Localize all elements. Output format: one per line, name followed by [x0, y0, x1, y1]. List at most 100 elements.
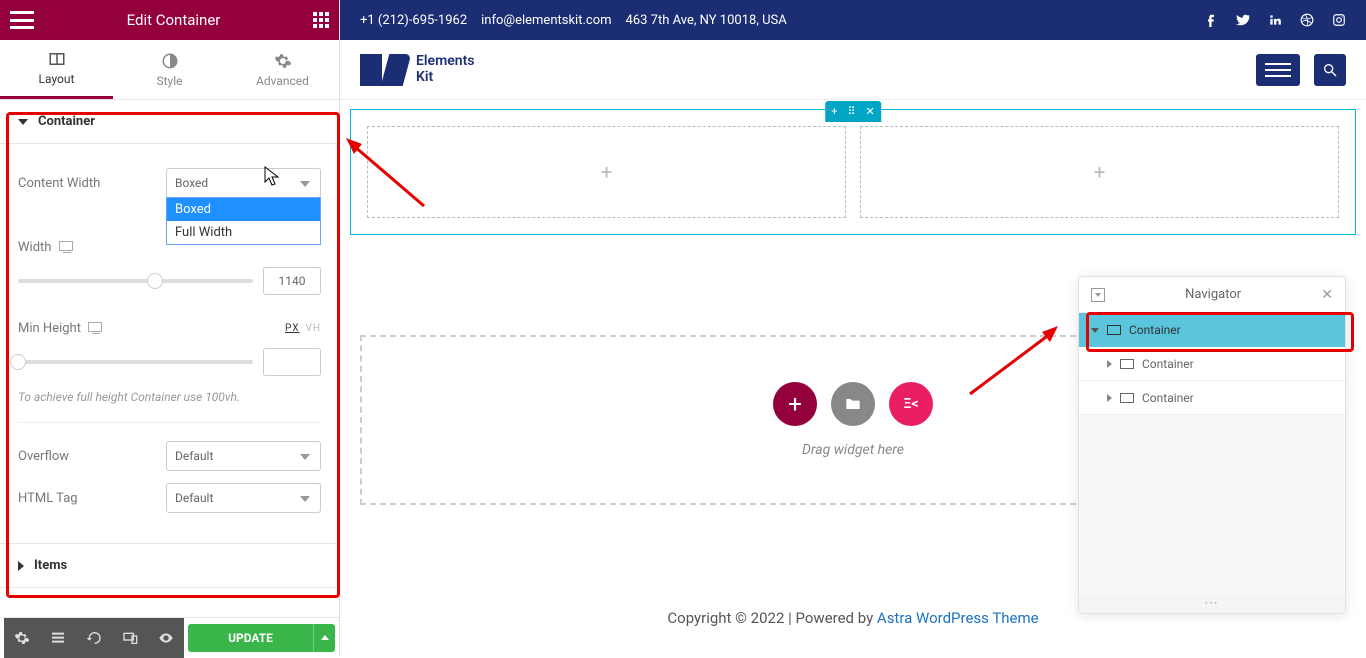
selected-container[interactable]: + ⠿ ✕ + + — [350, 109, 1356, 235]
caret-right-icon — [1107, 394, 1112, 402]
min-height-hint: To achieve full height Container use 100… — [18, 390, 321, 404]
tab-style[interactable]: Style — [113, 40, 226, 99]
search-button[interactable] — [1314, 54, 1346, 86]
nav-item-container-child-2[interactable]: Container — [1079, 381, 1345, 415]
inner-column-2[interactable]: + — [860, 126, 1339, 218]
instagram-icon[interactable] — [1332, 13, 1346, 27]
width-label: Width — [18, 240, 73, 255]
html-tag-select[interactable]: Default — [166, 483, 321, 513]
panel-header: Edit Container — [0, 0, 339, 40]
html-tag-label: HTML Tag — [18, 491, 78, 506]
slider-thumb[interactable] — [147, 273, 163, 289]
dropdown-option-fullwidth[interactable]: Full Width — [167, 221, 320, 244]
add-section-button[interactable]: + — [773, 382, 817, 426]
container-toolbar: + ⠿ ✕ — [825, 101, 881, 122]
content-width-label: Content Width — [18, 176, 100, 191]
width-slider[interactable] — [18, 279, 253, 283]
widgets-grid-icon[interactable] — [313, 12, 329, 28]
nav-item-container-child-1[interactable]: Container — [1079, 347, 1345, 381]
add-icon[interactable]: + — [831, 105, 837, 118]
preview-area: +1 (212)-695-1962 info@elementskit.com 4… — [340, 0, 1366, 657]
nav-item-container-root[interactable]: Container — [1079, 313, 1345, 347]
preview-button[interactable] — [148, 618, 184, 658]
navigator-header: Navigator ✕ — [1079, 277, 1345, 313]
footer-link[interactable]: Astra WordPress Theme — [877, 609, 1039, 627]
content-width-dropdown: Boxed Full Width — [166, 197, 321, 245]
elementor-left-panel: Edit Container Layout Style Advanced Con… — [0, 0, 340, 657]
navigator-resize-handle[interactable]: ⋯ — [1079, 595, 1345, 613]
section-items-header[interactable]: Items — [0, 544, 339, 588]
close-icon[interactable]: ✕ — [866, 105, 875, 118]
inner-column-1[interactable]: + — [367, 126, 846, 218]
facebook-icon[interactable] — [1204, 13, 1218, 27]
history-button[interactable] — [76, 618, 112, 658]
style-icon — [161, 52, 179, 70]
update-button[interactable]: UPDATE — [188, 624, 313, 652]
topbar-email: info@elementskit.com — [481, 13, 611, 28]
caret-right-icon — [1107, 360, 1112, 368]
topbar-phone: +1 (212)-695-1962 — [360, 13, 467, 28]
control-min-height: Min Height PXVH — [18, 321, 321, 336]
gear-icon — [274, 52, 292, 70]
caret-down-icon — [1091, 328, 1099, 333]
elementskit-button[interactable]: Ξ< — [889, 382, 933, 426]
navigator-panel: Navigator ✕ Container Container Containe… — [1078, 276, 1346, 614]
min-height-slider-row — [18, 348, 321, 376]
section-container-header[interactable]: Container — [0, 100, 339, 144]
hamburger-icon[interactable] — [10, 11, 34, 29]
desktop-icon[interactable] — [88, 322, 102, 332]
panel-tabs: Layout Style Advanced — [0, 40, 339, 100]
tab-layout-label: Layout — [39, 72, 75, 86]
tab-layout[interactable]: Layout — [0, 40, 113, 99]
site-header: ElementsKit — [340, 40, 1366, 100]
twitter-icon[interactable] — [1236, 13, 1250, 27]
min-height-label: Min Height — [18, 321, 102, 336]
collapse-all-icon[interactable] — [1091, 288, 1105, 302]
site-topbar: +1 (212)-695-1962 info@elementskit.com 4… — [340, 0, 1366, 40]
layout-icon — [48, 50, 66, 68]
control-content-width: Content Width Boxed Boxed Full Width — [18, 168, 321, 198]
menu-button[interactable] — [1256, 54, 1300, 86]
tab-advanced[interactable]: Advanced — [226, 40, 339, 99]
add-widget-icon[interactable]: + — [1094, 160, 1105, 184]
min-height-slider[interactable] — [18, 360, 253, 364]
tab-style-label: Style — [156, 74, 182, 88]
dribbble-icon[interactable] — [1300, 13, 1314, 27]
min-height-input[interactable] — [263, 348, 321, 376]
logo-text: ElementsKit — [416, 54, 474, 85]
overflow-label: Overflow — [18, 449, 69, 464]
control-html-tag: HTML Tag Default — [18, 483, 321, 513]
navigator-tree: Container Container Container — [1079, 313, 1345, 415]
navigator-button[interactable] — [40, 618, 76, 658]
panel-body: Container Content Width Boxed Boxed Full… — [0, 100, 339, 617]
desktop-icon[interactable] — [59, 241, 73, 251]
section-container-label: Container — [38, 114, 95, 129]
dropdown-option-boxed[interactable]: Boxed — [167, 198, 320, 221]
container-icon — [1120, 359, 1134, 369]
width-input[interactable] — [263, 267, 321, 295]
slider-thumb[interactable] — [10, 354, 26, 370]
topbar-address: 463 7th Ave, NY 10018, USA — [626, 13, 787, 28]
container-icon — [1107, 325, 1121, 335]
drag-handle-icon[interactable]: ⠿ — [847, 105, 855, 118]
tab-advanced-label: Advanced — [256, 74, 309, 88]
section-items-label: Items — [34, 558, 67, 573]
template-library-button[interactable] — [831, 382, 875, 426]
section-container-content: Content Width Boxed Boxed Full Width Wid… — [0, 144, 339, 544]
panel-title: Edit Container — [127, 11, 221, 29]
settings-button[interactable] — [4, 618, 40, 658]
panel-footer: UPDATE — [0, 617, 339, 657]
responsive-button[interactable] — [112, 618, 148, 658]
unit-switcher[interactable]: PXVH — [285, 323, 321, 334]
overflow-select[interactable]: Default — [166, 441, 321, 471]
logo-mark-icon — [360, 54, 408, 86]
control-overflow: Overflow Default — [18, 441, 321, 471]
linkedin-icon[interactable] — [1268, 13, 1282, 27]
width-slider-row — [18, 267, 321, 295]
add-widget-icon[interactable]: + — [601, 160, 612, 184]
navigator-close-icon[interactable]: ✕ — [1321, 287, 1333, 303]
update-dropdown[interactable] — [313, 624, 335, 652]
caret-right-icon — [18, 561, 24, 571]
content-width-select[interactable]: Boxed — [166, 168, 321, 198]
logo[interactable]: ElementsKit — [360, 54, 474, 86]
